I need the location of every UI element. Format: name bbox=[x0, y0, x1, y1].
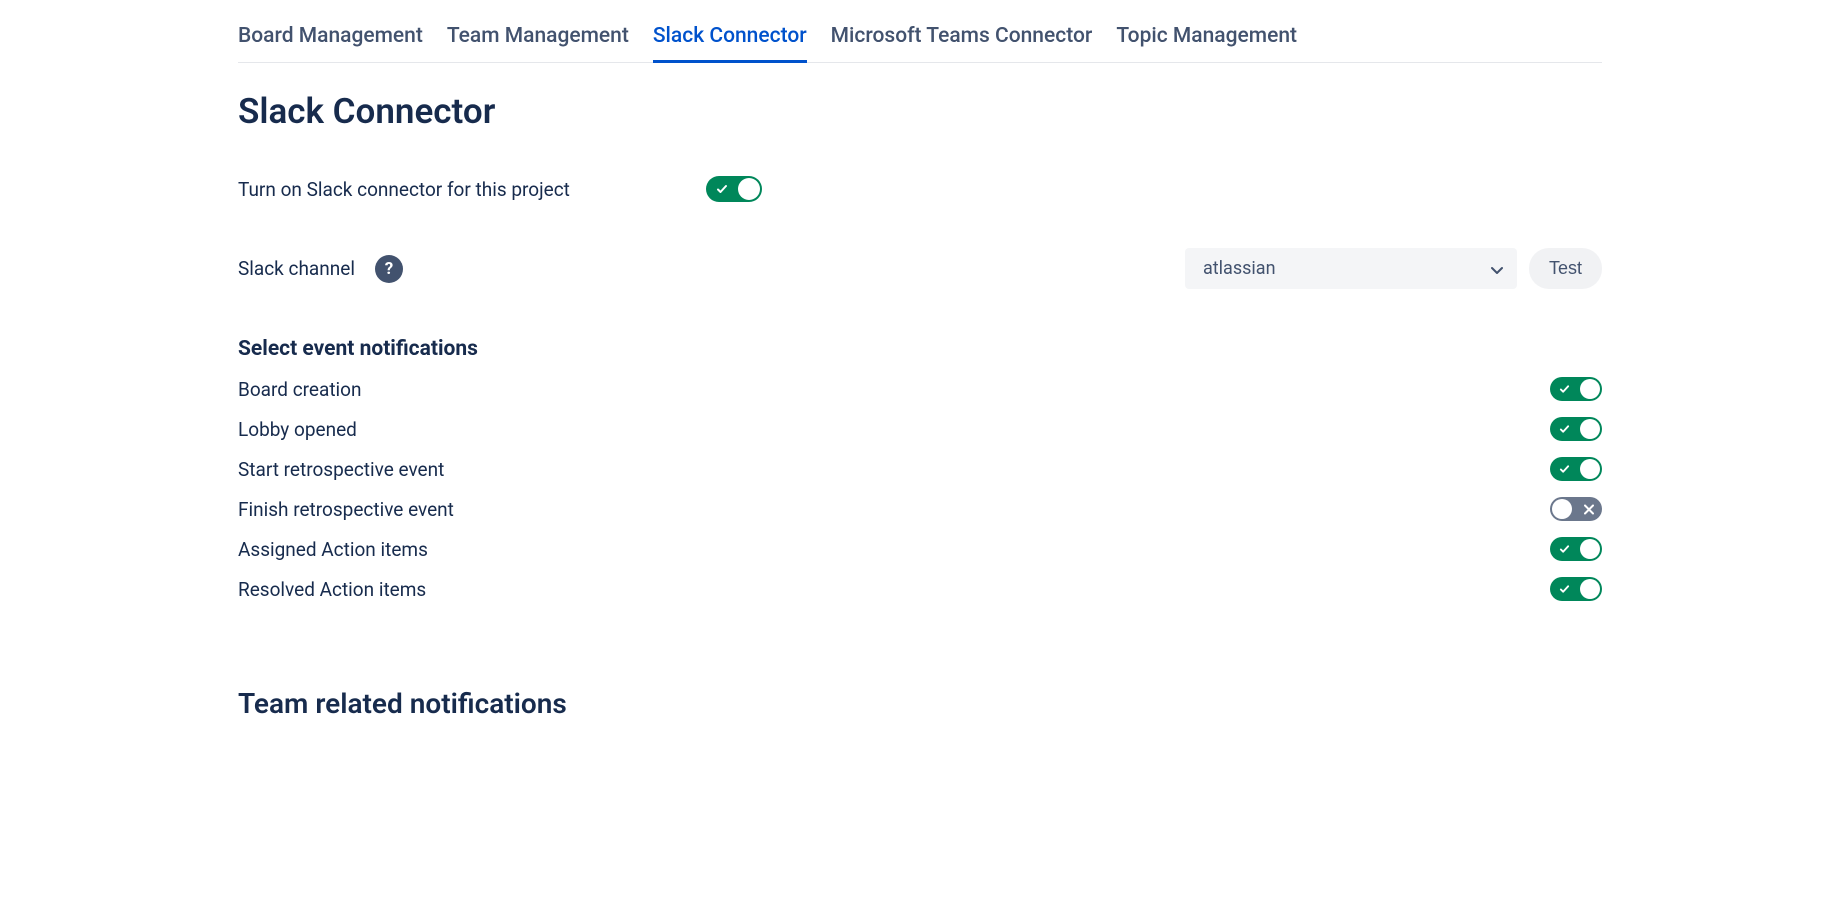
notification-label: Lobby opened bbox=[238, 418, 357, 441]
notification-label: Start retrospective event bbox=[238, 458, 444, 481]
notification-row: Lobby opened bbox=[238, 409, 1602, 449]
enable-connector-toggle[interactable] bbox=[706, 176, 762, 202]
notification-row: Resolved Action items bbox=[238, 569, 1602, 609]
help-icon[interactable]: ? bbox=[375, 255, 403, 283]
check-icon bbox=[1559, 420, 1570, 439]
close-icon bbox=[1584, 500, 1594, 519]
chevron-down-icon bbox=[1491, 258, 1503, 279]
notification-toggle[interactable] bbox=[1550, 417, 1602, 441]
page-title: Slack Connector bbox=[238, 91, 1602, 132]
channel-select-value: atlassian bbox=[1203, 258, 1276, 279]
team-notifications-header: Team related notifications bbox=[238, 687, 1602, 720]
notification-toggle[interactable] bbox=[1550, 377, 1602, 401]
notification-toggle[interactable] bbox=[1550, 457, 1602, 481]
notification-row: Finish retrospective event bbox=[238, 489, 1602, 529]
event-notifications-header: Select event notifications bbox=[238, 337, 1602, 361]
notification-list: Board creation Lobby opened Start retrospe… bbox=[238, 369, 1602, 609]
notification-toggle[interactable] bbox=[1550, 497, 1602, 521]
channel-label: Slack channel bbox=[238, 257, 355, 280]
tab-topic-management[interactable]: Topic Management bbox=[1116, 24, 1297, 62]
tabs: Board Management Team Management Slack C… bbox=[238, 24, 1602, 63]
notification-label: Assigned Action items bbox=[238, 538, 428, 561]
channel-row: Slack channel ? atlassian Test bbox=[238, 248, 1602, 289]
check-icon bbox=[1559, 540, 1570, 559]
notification-row: Assigned Action items bbox=[238, 529, 1602, 569]
enable-connector-row: Turn on Slack connector for this project bbox=[238, 176, 1602, 202]
tab-board-management[interactable]: Board Management bbox=[238, 24, 423, 62]
check-icon bbox=[716, 183, 728, 195]
notification-label: Finish retrospective event bbox=[238, 498, 454, 521]
check-icon bbox=[1559, 380, 1570, 399]
tab-team-management[interactable]: Team Management bbox=[447, 24, 629, 62]
tab-microsoft-teams-connector[interactable]: Microsoft Teams Connector bbox=[831, 24, 1093, 62]
check-icon bbox=[1559, 580, 1570, 599]
notification-label: Resolved Action items bbox=[238, 578, 426, 601]
test-button[interactable]: Test bbox=[1529, 248, 1602, 289]
notification-toggle[interactable] bbox=[1550, 577, 1602, 601]
notification-toggle[interactable] bbox=[1550, 537, 1602, 561]
enable-connector-label: Turn on Slack connector for this project bbox=[238, 178, 706, 201]
check-icon bbox=[1559, 460, 1570, 479]
notification-row: Start retrospective event bbox=[238, 449, 1602, 489]
tab-slack-connector[interactable]: Slack Connector bbox=[653, 24, 807, 62]
channel-select[interactable]: atlassian bbox=[1185, 248, 1517, 289]
notification-label: Board creation bbox=[238, 378, 361, 401]
notification-row: Board creation bbox=[238, 369, 1602, 409]
